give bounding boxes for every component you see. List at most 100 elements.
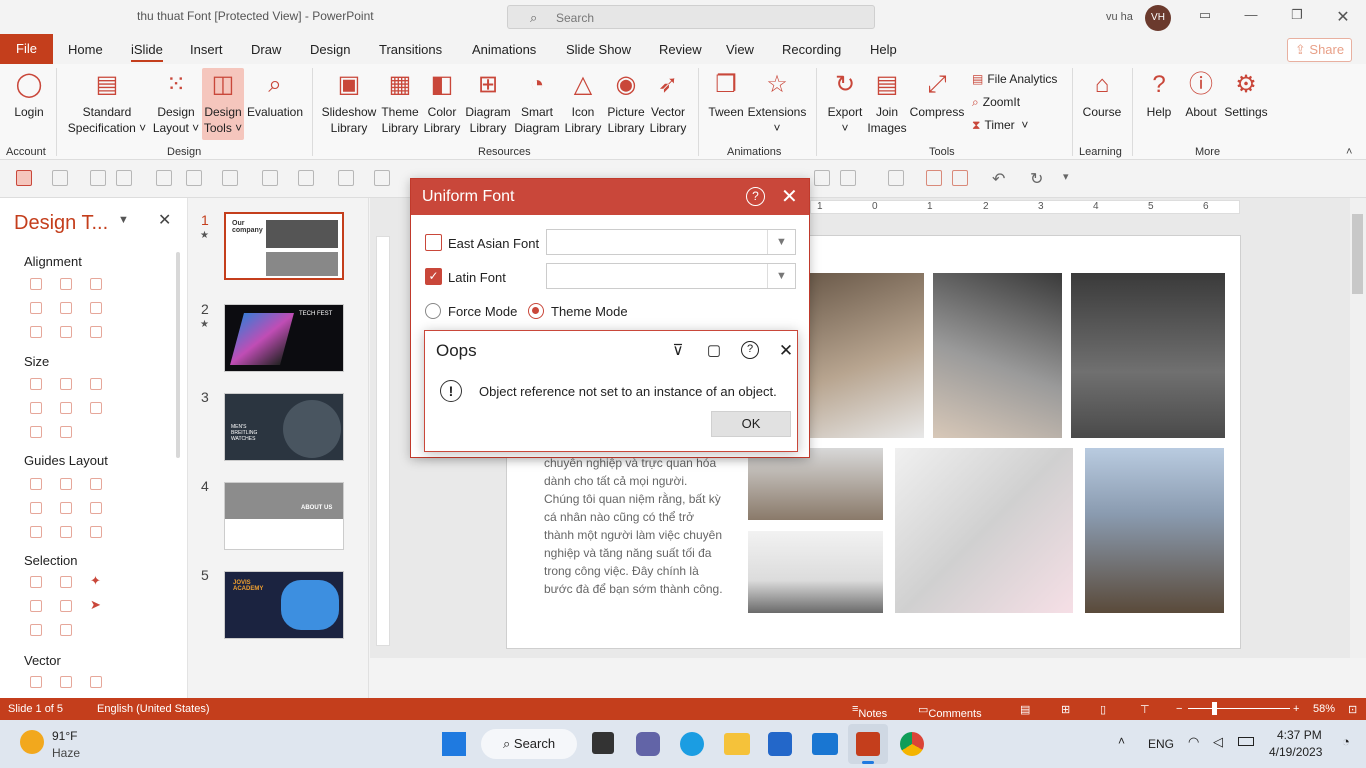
pane-close-icon[interactable]: ✕ — [158, 210, 171, 230]
close-window-button[interactable]: ✕ — [1333, 7, 1353, 27]
tab-islide[interactable]: iSlide — [131, 42, 163, 62]
vector-icon[interactable] — [90, 676, 102, 688]
color-library-button[interactable]: ◧ Color Library — [422, 70, 462, 136]
smart-diagram-button[interactable]: ◔ Smart Diagram — [514, 70, 560, 136]
magic-wand-icon[interactable]: ✦ — [90, 573, 101, 589]
line-icon[interactable] — [374, 170, 390, 186]
guide-icon[interactable] — [60, 526, 72, 538]
slideshow-icon[interactable]: ⊤ — [1140, 703, 1150, 716]
login-button[interactable]: ◯ Login — [8, 70, 50, 120]
about-button[interactable]: ⓘ About — [1180, 70, 1222, 120]
distribute-icon[interactable] — [30, 326, 42, 338]
maximize-button[interactable]: ❐ — [1287, 7, 1307, 27]
icon-library-button[interactable]: △ Icon Library — [562, 70, 604, 136]
volume-icon[interactable]: ◁ — [1213, 734, 1223, 750]
photo-handshake[interactable] — [933, 273, 1062, 438]
close-icon[interactable]: ✕ — [777, 341, 795, 360]
toolbar-icon[interactable] — [186, 170, 202, 186]
toolbar-icon[interactable] — [888, 170, 904, 186]
weather-icon[interactable] — [20, 730, 44, 754]
guide-icon[interactable] — [90, 502, 102, 514]
guide-icon[interactable] — [90, 526, 102, 538]
tab-file[interactable]: File — [0, 34, 53, 64]
reading-view-icon[interactable]: ▯ — [1100, 703, 1106, 716]
undo-icon[interactable]: ↶ — [992, 169, 1005, 189]
force-mode-radio[interactable] — [425, 303, 441, 319]
photo-laptop-plant[interactable] — [748, 531, 883, 613]
comments-button[interactable]: ▭ Comments — [918, 703, 982, 720]
size-icon[interactable] — [60, 426, 72, 438]
tab-home[interactable]: Home — [68, 42, 103, 57]
selection-icon[interactable] — [30, 600, 42, 612]
customize-icon[interactable]: ▾ — [1063, 170, 1069, 183]
size-icon[interactable] — [30, 402, 42, 414]
zoom-in-icon[interactable]: + — [1293, 703, 1299, 715]
theme-mode-radio[interactable] — [528, 303, 544, 319]
guide-icon[interactable] — [60, 478, 72, 490]
zoom-slider-thumb[interactable] — [1212, 702, 1217, 715]
latin-font-checkbox[interactable]: ✓ — [425, 268, 442, 285]
help-icon[interactable]: ? — [746, 187, 765, 206]
tab-help[interactable]: Help — [870, 42, 897, 57]
thumbnail-1[interactable]: Our company — [224, 212, 344, 280]
tab-slide-show[interactable]: Slide Show — [566, 42, 631, 57]
search-box[interactable]: ⌕ Search — [507, 5, 875, 29]
settings-button[interactable]: ⚙ Settings — [1222, 70, 1270, 120]
ribbon-display-icon[interactable]: ▭ — [1195, 7, 1215, 27]
toolbar-icon[interactable] — [52, 170, 68, 186]
export-button[interactable]: ↻ Export ˅ — [824, 70, 866, 136]
task-view-icon[interactable] — [592, 732, 614, 754]
align-center-icon[interactable] — [60, 278, 72, 290]
extensions-button[interactable]: ☆ Extensions ˅ — [746, 70, 808, 136]
cursor-icon[interactable]: ➤ — [90, 597, 101, 613]
temperature[interactable]: 91°F — [52, 729, 77, 743]
design-layout-button[interactable]: ⁙ Design Layout ˅ — [152, 70, 200, 136]
tab-insert[interactable]: Insert — [190, 42, 223, 57]
zoom-out-icon[interactable]: − — [1176, 703, 1182, 715]
guide-icon[interactable] — [30, 478, 42, 490]
align-middle-icon[interactable] — [60, 302, 72, 314]
photo-laptop-desk[interactable] — [808, 273, 924, 438]
align-bottom-icon[interactable] — [90, 302, 102, 314]
scroll-thumb[interactable] — [1352, 214, 1363, 294]
language-indicator[interactable]: English (United States) — [97, 703, 210, 715]
theme-library-button[interactable]: ▦ Theme Library — [380, 70, 420, 136]
size-icon[interactable] — [30, 426, 42, 438]
store-icon[interactable] — [768, 732, 792, 756]
toolbar-icon[interactable] — [16, 170, 32, 186]
zoom-level[interactable]: 58% — [1313, 703, 1335, 715]
zoomit-button[interactable]: ⌕ ZoomIt — [972, 95, 1020, 110]
photo-meeting-room[interactable] — [748, 448, 883, 520]
selection-icon[interactable] — [60, 624, 72, 636]
tab-animations[interactable]: Animations — [472, 42, 536, 57]
size-icon[interactable] — [30, 378, 42, 390]
tab-recording[interactable]: Recording — [782, 42, 841, 57]
chrome-icon[interactable] — [900, 732, 924, 756]
windows-start-icon[interactable] — [442, 732, 466, 756]
selection-icon[interactable] — [60, 576, 72, 588]
notes-button[interactable]: ≡ Notes — [852, 703, 887, 720]
latin-font-select[interactable]: ▼ — [546, 263, 796, 289]
pane-options-icon[interactable]: ▼ — [118, 214, 129, 226]
size-icon[interactable] — [60, 378, 72, 390]
tab-review[interactable]: Review — [659, 42, 702, 57]
slide-sorter-icon[interactable]: ⊞ — [1061, 703, 1070, 716]
wifi-icon[interactable]: ◠ — [1188, 734, 1199, 750]
toolbar-icon[interactable] — [840, 170, 856, 186]
input-language[interactable]: ENG — [1148, 737, 1174, 751]
join-images-button[interactable]: ▤ Join Images — [866, 70, 908, 136]
toolbar-icon[interactable] — [116, 170, 132, 186]
selection-icon[interactable] — [30, 624, 42, 636]
normal-view-icon[interactable]: ▤ — [1020, 703, 1030, 716]
size-icon[interactable] — [90, 378, 102, 390]
distribute-icon[interactable] — [60, 326, 72, 338]
design-tools-button[interactable]: ◫ Design Tools ˅ — [202, 68, 244, 140]
toolbar-icon[interactable] — [156, 170, 172, 186]
timer-button[interactable]: ⧗ Timer ˅ — [972, 118, 1028, 133]
selection-icon[interactable] — [30, 576, 42, 588]
thumbnail-3[interactable]: MEN'S BREITLING WATCHES — [224, 393, 344, 461]
edge-icon[interactable] — [680, 732, 704, 756]
teams-icon[interactable] — [636, 732, 660, 756]
taskbar-search[interactable]: ⌕ Search — [481, 729, 577, 759]
guide-icon[interactable] — [90, 478, 102, 490]
